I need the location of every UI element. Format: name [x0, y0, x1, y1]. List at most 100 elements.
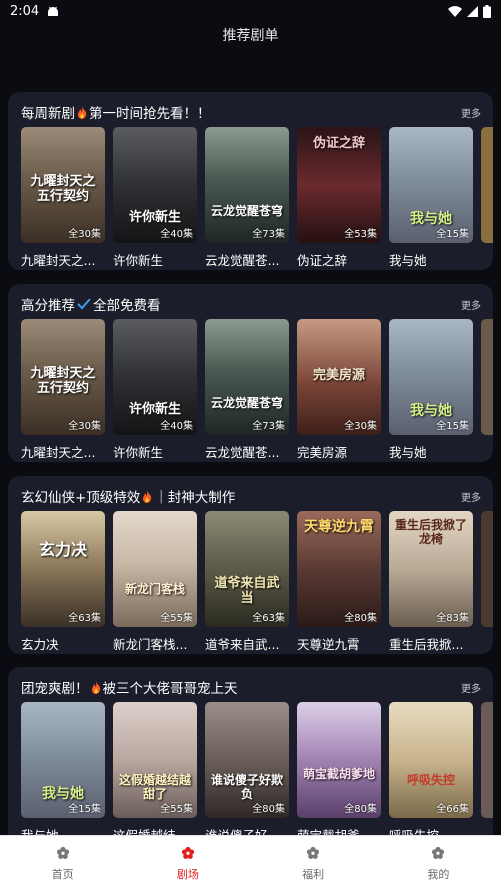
drama-poster[interactable]: 天尊逆九霄 全80集 [297, 511, 381, 627]
poster-title: 谁说傻子好欺负 [211, 773, 284, 801]
section-header: 高分推荐 全部免费看 更多 [21, 294, 481, 314]
nav-profile[interactable]: 我的 [376, 836, 501, 891]
drama-poster[interactable]: 玄力决 全63集 [21, 511, 105, 627]
drama-title[interactable]: 玄力决 [21, 634, 105, 653]
drama-title[interactable]: 道爷来自武... [205, 634, 289, 653]
poster-title: 完美房源 [312, 368, 365, 383]
drama-card-partial[interactable] [481, 127, 493, 267]
check-icon [77, 298, 91, 310]
drama-title[interactable]: 九曜封天之... [21, 442, 105, 461]
drama-poster[interactable]: 我与她 全15集 [389, 319, 473, 435]
drama-poster[interactable]: 谁说傻子好欺负 全80集 [205, 702, 289, 818]
drama-card-partial[interactable] [481, 511, 493, 651]
drama-poster[interactable]: 新龙门客栈 全55集 [113, 511, 197, 627]
nav-welfare[interactable]: 福利 [251, 836, 376, 891]
drama-card[interactable]: 新龙门客栈 全55集 新龙门客栈... [113, 511, 197, 653]
drama-card[interactable]: 九曜封天之五行契约 全30集 九曜封天之... [21, 319, 105, 461]
drama-poster[interactable]: 完美房源 全30集 [297, 319, 381, 435]
poster-title: 许你新生 [128, 210, 181, 225]
episode-count: 全30集 [68, 421, 101, 432]
drama-card[interactable]: 道爷来自武当 全63集 道爷来自武... [205, 511, 289, 653]
section-family-favorites: 团宠爽剧！ 被三个大佬哥哥宠上天 更多 我与她 全15集 我与她 这假婚越结越甜… [8, 667, 493, 845]
drama-title[interactable]: 重生后我掀... [389, 634, 473, 653]
drama-row: 九曜封天之五行契约 全30集 九曜封天之... 许你新生 全40集 许你新生 云… [21, 127, 493, 269]
drama-card[interactable]: 许你新生 全40集 许你新生 [113, 127, 197, 269]
drama-poster[interactable]: 云龙觉醒苍穹 全73集 [205, 127, 289, 243]
drama-poster[interactable]: 伪证之辞 全53集 [297, 127, 381, 243]
episode-count: 全40集 [160, 421, 193, 432]
poster-title: 天尊逆九霄 [304, 519, 374, 535]
drama-card-partial[interactable] [481, 702, 493, 842]
more-link[interactable]: 更多 [461, 680, 481, 695]
drama-poster[interactable]: 这假婚越结越甜了 全55集 [113, 702, 197, 818]
section-header: 团宠爽剧！ 被三个大佬哥哥宠上天 更多 [21, 677, 481, 697]
poster-title: 九曜封天之五行契约 [30, 174, 96, 204]
drama-title[interactable]: 云龙觉醒苍... [205, 250, 289, 269]
drama-title[interactable]: 云龙觉醒苍... [205, 442, 289, 461]
drama-title[interactable]: 我与她 [389, 442, 473, 461]
drama-card[interactable]: 萌宝截胡爹地 全80集 萌宝截胡爹... [297, 702, 381, 843]
drama-card[interactable]: 重生后我掀了龙椅 全83集 重生后我掀... [389, 511, 473, 653]
drama-card[interactable]: 我与她 全15集 我与她 [21, 702, 105, 843]
drama-card[interactable]: 伪证之辞 全53集 伪证之辞 [297, 127, 381, 269]
drama-card[interactable]: 许你新生 全40集 许你新生 [113, 319, 197, 461]
drama-card[interactable]: 天尊逆九霄 全80集 天尊逆九霄 [297, 511, 381, 653]
more-link[interactable]: 更多 [461, 489, 481, 504]
drama-title[interactable]: 新龙门客栈... [113, 634, 197, 653]
drama-card[interactable]: 谁说傻子好欺负 全80集 谁说傻子好... [205, 702, 289, 843]
drama-title[interactable]: 天尊逆九霄 [297, 634, 381, 653]
drama-poster[interactable]: 许你新生 全40集 [113, 127, 197, 243]
episode-count: 全55集 [160, 613, 193, 624]
drama-poster[interactable]: 我与她 全15集 [21, 702, 105, 818]
drama-row: 玄力决 全63集 玄力决 新龙门客栈 全55集 新龙门客栈... 道爷来自武当 … [21, 511, 493, 653]
drama-poster[interactable]: 九曜封天之五行契约 全30集 [21, 127, 105, 243]
poster-title: 呼吸失控 [406, 773, 455, 787]
drama-card[interactable]: 九曜封天之五行契约 全30集 九曜封天之... [21, 127, 105, 269]
poster-title: 这假婚越结越甜了 [119, 773, 192, 801]
drama-poster[interactable]: 重生后我掀了龙椅 全83集 [389, 511, 473, 627]
drama-card[interactable]: 完美房源 全30集 完美房源 [297, 319, 381, 461]
drama-card[interactable]: 我与她 全15集 我与她 [389, 319, 473, 461]
nav-home[interactable]: 首页 [0, 836, 125, 891]
more-link[interactable]: 更多 [461, 105, 481, 120]
drama-card-partial[interactable] [481, 319, 493, 459]
drama-title[interactable]: 许你新生 [113, 250, 197, 269]
drama-title[interactable]: 伪证之辞 [297, 250, 381, 269]
nav-theater[interactable]: 剧场 [125, 836, 250, 891]
drama-card[interactable]: 呼吸失控 全66集 呼吸失控 [389, 702, 473, 843]
section-title-text: 每周新剧 [21, 106, 75, 122]
episode-count: 全80集 [344, 804, 377, 815]
fire-icon [91, 680, 100, 694]
drama-poster[interactable]: 呼吸失控 全66集 [389, 702, 473, 818]
drama-title[interactable]: 我与她 [389, 250, 473, 269]
drama-title[interactable]: 许你新生 [113, 442, 197, 461]
nav-label: 首页 [51, 867, 74, 881]
drama-title[interactable]: 完美房源 [297, 442, 381, 461]
section-header: 每周新剧 第一时间抢先看！！ 更多 [21, 102, 481, 122]
drama-poster[interactable]: 道爷来自武当 全63集 [205, 511, 289, 627]
drama-title[interactable]: 九曜封天之... [21, 250, 105, 269]
drama-poster[interactable] [481, 127, 493, 243]
drama-card[interactable]: 玄力决 全63集 玄力决 [21, 511, 105, 653]
drama-poster[interactable]: 九曜封天之五行契约 全30集 [21, 319, 105, 435]
drama-card[interactable]: 云龙觉醒苍穹 全73集 云龙觉醒苍... [205, 319, 289, 461]
drama-row: 我与她 全15集 我与她 这假婚越结越甜了 全55集 这假婚越结... 谁说傻子… [21, 702, 493, 843]
episode-count: 全63集 [68, 613, 101, 624]
drama-poster[interactable] [481, 702, 493, 818]
drama-poster[interactable] [481, 511, 493, 627]
episode-count: 全83集 [436, 613, 469, 624]
drama-poster[interactable]: 我与她 全15集 [389, 127, 473, 243]
more-link[interactable]: 更多 [461, 297, 481, 312]
section-top-rated: 高分推荐 全部免费看 更多 九曜封天之五行契约 全30集 九曜封天之... 许你… [8, 284, 493, 462]
episode-count: 全80集 [252, 804, 285, 815]
poster-title: 重生后我掀了龙椅 [395, 518, 468, 546]
drama-card[interactable]: 我与她 全15集 我与她 [389, 127, 473, 269]
episode-count: 全80集 [344, 613, 377, 624]
drama-poster[interactable]: 云龙觉醒苍穹 全73集 [205, 319, 289, 435]
drama-poster[interactable]: 萌宝截胡爹地 全80集 [297, 702, 381, 818]
drama-poster[interactable] [481, 319, 493, 435]
drama-card[interactable]: 这假婚越结越甜了 全55集 这假婚越结... [113, 702, 197, 843]
drama-card[interactable]: 云龙觉醒苍穹 全73集 云龙觉醒苍... [205, 127, 289, 269]
nav-label: 我的 [427, 867, 450, 881]
drama-poster[interactable]: 许你新生 全40集 [113, 319, 197, 435]
